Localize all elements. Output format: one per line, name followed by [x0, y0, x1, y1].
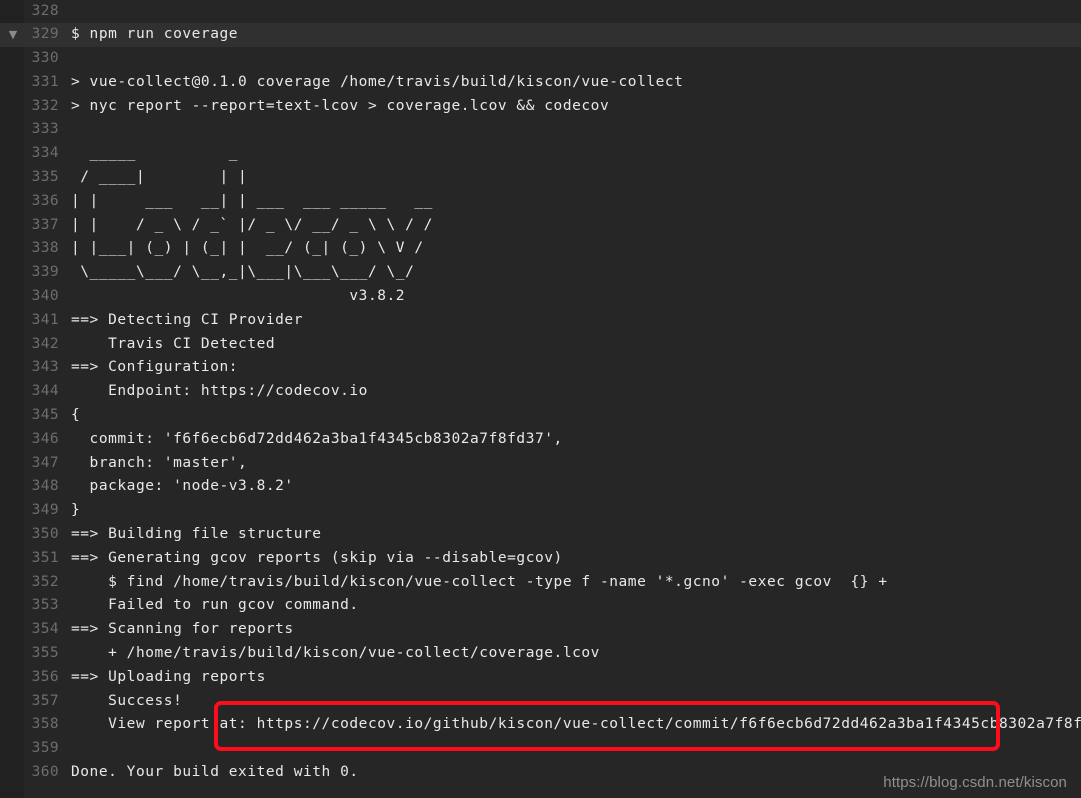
log-line-text: ==> Detecting CI Provider [71, 309, 303, 333]
log-row[interactable]: 330 [0, 47, 1081, 71]
log-line-text: ==> Scanning for reports [71, 618, 294, 642]
log-line-number: 344 [0, 380, 59, 404]
log-line-number: 356 [0, 666, 59, 690]
log-line-number: 354 [0, 618, 59, 642]
log-line-number: 345 [0, 404, 59, 428]
log-line-text: ==> Configuration: [71, 356, 238, 380]
log-line-text: v3.8.2 [71, 285, 405, 309]
watermark: https://blog.csdn.net/kiscon [883, 774, 1067, 791]
log-line-number: 329 [0, 23, 59, 47]
log-line-number: 332 [0, 95, 59, 119]
log-row[interactable]: 350 ==> Building file structure [0, 523, 1081, 547]
log-row[interactable]: 333 [0, 118, 1081, 142]
log-line-text: Endpoint: https://codecov.io [71, 380, 368, 404]
log-line-number: 338 [0, 237, 59, 261]
log-line-text: ==> Building file structure [71, 523, 322, 547]
log-row[interactable]: 338 | |___| (_) | (_| | __/ (_| (_) \ V / [0, 237, 1081, 261]
log-row[interactable]: 328 [0, 0, 1081, 23]
log-row[interactable]: 354 ==> Scanning for reports [0, 618, 1081, 642]
log-row[interactable]: 344 Endpoint: https://codecov.io [0, 380, 1081, 404]
log-row[interactable]: 349} [0, 499, 1081, 523]
log-line-number: 349 [0, 499, 59, 523]
log-line-number: 337 [0, 214, 59, 238]
log-line-text: Travis CI Detected [71, 333, 275, 357]
log-line-number: 360 [0, 761, 59, 785]
log-line-number: 348 [0, 475, 59, 499]
log-row[interactable]: 355 + /home/travis/build/kiscon/vue-coll… [0, 642, 1081, 666]
log-line-number: 331 [0, 71, 59, 95]
log-row[interactable]: 334 _____ _ [0, 142, 1081, 166]
log-row[interactable]: 342 Travis CI Detected [0, 333, 1081, 357]
log-line-text: commit: 'f6f6ecb6d72dd462a3ba1f4345cb830… [71, 428, 563, 452]
log-row[interactable]: 358 View report at: https://codecov.io/g… [0, 713, 1081, 737]
log-line-number: 342 [0, 333, 59, 357]
log-line-text: / ____| | | [71, 166, 247, 190]
log-row[interactable]: 339 \_____\___/ \__,_|\___|\___\___/ \_/ [0, 261, 1081, 285]
log-line-number: 336 [0, 190, 59, 214]
log-line-text: package: 'node-v3.8.2' [71, 475, 294, 499]
build-log-viewer[interactable]: 328▼329$ npm run coverage330331> vue-col… [0, 0, 1081, 798]
log-row[interactable]: 353 Failed to run gcov command. [0, 594, 1081, 618]
log-line-text: Done. Your build exited with 0. [71, 761, 359, 785]
log-row[interactable]: 345 { [0, 404, 1081, 428]
log-line-number: 351 [0, 547, 59, 571]
log-line-number: 358 [0, 713, 59, 737]
log-row[interactable]: 356 ==> Uploading reports [0, 666, 1081, 690]
log-row[interactable]: 331 > vue-collect@0.1.0 coverage /home/tr… [0, 71, 1081, 95]
log-line-text: { [71, 404, 80, 428]
log-line-text: ==> Uploading reports [71, 666, 266, 690]
log-line-text: } [71, 499, 80, 523]
log-line-text: Failed to run gcov command. [71, 594, 359, 618]
log-row[interactable]: 347 branch: 'master', [0, 452, 1081, 476]
log-line-number: 343 [0, 356, 59, 380]
log-line-number: 353 [0, 594, 59, 618]
log-line-text: $ find /home/travis/build/kiscon/vue-col… [71, 571, 888, 595]
log-line-number: 357 [0, 690, 59, 714]
log-row[interactable]: 359 [0, 737, 1081, 761]
log-line-text: | | ___ __| | ___ ___ _____ __ [71, 190, 433, 214]
log-row[interactable]: 357 Success! [0, 690, 1081, 714]
log-line-number: 340 [0, 285, 59, 309]
log-row[interactable]: 336 | | ___ __| | ___ ___ _____ __ [0, 190, 1081, 214]
log-line-text: $ npm run coverage [71, 23, 238, 47]
log-line-text: ==> Generating gcov reports (skip via --… [71, 547, 563, 571]
log-row[interactable]: 332 > nyc report --report=text-lcov > cov… [0, 95, 1081, 119]
log-line-text: > vue-collect@0.1.0 coverage /home/travi… [71, 71, 683, 95]
log-line-number: 339 [0, 261, 59, 285]
log-row[interactable]: 352 $ find /home/travis/build/kiscon/vue… [0, 571, 1081, 595]
log-line-number: 359 [0, 737, 59, 761]
log-row[interactable]: 340 v3.8.2 [0, 285, 1081, 309]
log-line-text: Success! [71, 690, 182, 714]
log-line-list: 328▼329$ npm run coverage330331> vue-col… [0, 0, 1081, 785]
log-line-number: 334 [0, 142, 59, 166]
log-line-number: 330 [0, 47, 59, 71]
log-line-text: + /home/travis/build/kiscon/vue-collect/… [71, 642, 600, 666]
log-line-text: _____ _ [71, 142, 238, 166]
log-row[interactable]: 351 ==> Generating gcov reports (skip via… [0, 547, 1081, 571]
log-row[interactable]: 348 package: 'node-v3.8.2' [0, 475, 1081, 499]
log-line-text: | | / _ \ / _` |/ _ \/ __/ _ \ \ / / [71, 214, 433, 238]
log-line-text: View report at: https://codecov.io/githu… [71, 713, 1081, 737]
log-line-number: 346 [0, 428, 59, 452]
log-row[interactable]: 341 ==> Detecting CI Provider [0, 309, 1081, 333]
log-row[interactable]: 346 commit: 'f6f6ecb6d72dd462a3ba1f4345c… [0, 428, 1081, 452]
log-line-number: 333 [0, 118, 59, 142]
log-line-number: 350 [0, 523, 59, 547]
log-line-text: > nyc report --report=text-lcov > covera… [71, 95, 609, 119]
log-line-text: \_____\___/ \__,_|\___|\___\___/ \_/ [71, 261, 414, 285]
log-line-number: 335 [0, 166, 59, 190]
log-row[interactable]: 343 ==> Configuration: [0, 356, 1081, 380]
log-line-number: 328 [0, 0, 59, 23]
log-line-text: | |___| (_) | (_| | __/ (_| (_) \ V / [71, 237, 424, 261]
log-line-number: 355 [0, 642, 59, 666]
log-row[interactable]: 337 | | / _ \ / _` |/ _ \/ __/ _ \ \ / / [0, 214, 1081, 238]
log-line-number: 352 [0, 571, 59, 595]
log-line-text: branch: 'master', [71, 452, 247, 476]
log-line-number: 341 [0, 309, 59, 333]
log-line-number: 347 [0, 452, 59, 476]
log-row[interactable]: 335 / ____| | | [0, 166, 1081, 190]
log-row[interactable]: ▼329$ npm run coverage [0, 23, 1081, 47]
